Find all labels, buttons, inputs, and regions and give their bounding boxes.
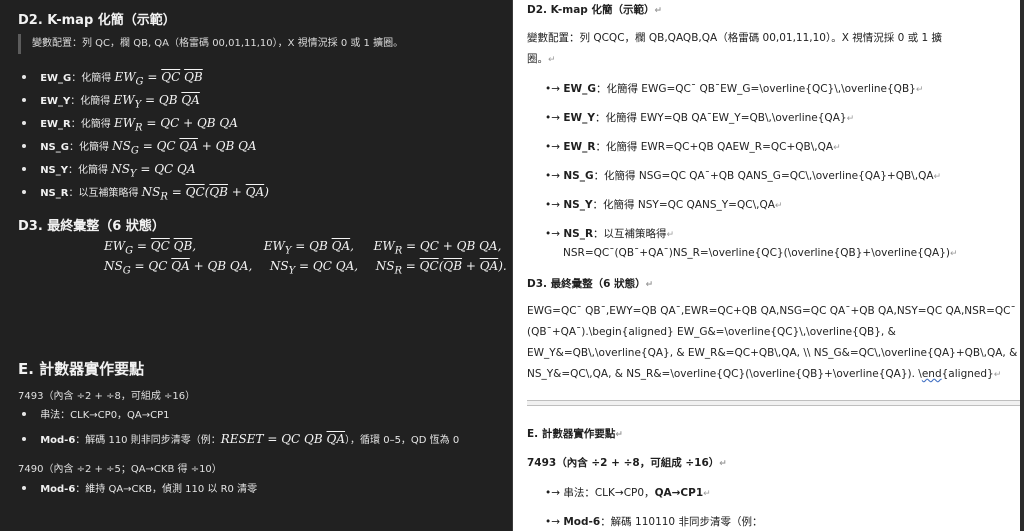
doc-quote-line-1[interactable]: 變數配置：列 QCQC，欄 QB,QAQB,QA（格雷碼 00,01,11,10… xyxy=(527,30,942,45)
math-ns-r: NSR = QC(QB + QA) xyxy=(141,185,269,203)
math-block-row-2: NSG = QC QA + QB QA, NSY = QC QA, NSR = … xyxy=(104,259,507,277)
doc-d3-paragraph[interactable]: EWG=QC¯ QB¯,EWY=QB QA¯,EWR=QC+QB QA,NSG=… xyxy=(527,301,1021,386)
list-item-ew-y: EW_Y：化簡得 EWY = QB QA xyxy=(18,90,200,110)
doc-quote-line-2[interactable]: 圈。↵ xyxy=(527,51,556,66)
word-document-pane[interactable]: D2. K-map 化簡（示範）↵ 變數配置：列 QCQC，欄 QB,QAQB,… xyxy=(512,0,1024,531)
list-item-ns-g: NS_G：化簡得 NSG = QC QA + QB QA xyxy=(18,136,257,157)
list-item-ns-y: NS_Y：化簡得 NSY = QC QA xyxy=(18,159,196,180)
list-item-mod6: Mod-6：解碼 110 則非同步清零（例：RESET = QC QB QA），… xyxy=(18,429,459,449)
heading-e: E. 計數器實作要點 xyxy=(18,360,145,378)
doc-bullet-mod6[interactable]: •→ Mod-6：解碼 110110 非同步清零（例： xyxy=(545,514,762,529)
heading-d3: D3. 最終彙整（6 狀態） xyxy=(18,219,165,234)
markdown-preview-pane: D2. K-map 化簡（示範） 變數配置：列 QC，欄 QB, QA（格雷碼 … xyxy=(0,0,512,531)
math-ew-g: EWG = QC QB xyxy=(114,70,203,88)
doc-bullet-serial[interactable]: •→ 串法：CLK→CP0，QA→CP1↵ xyxy=(545,485,711,500)
doc-heading-d3[interactable]: D3. 最終彙整（6 狀態）↵ xyxy=(527,276,653,291)
math-reset: RESET = QC QB QA xyxy=(220,432,346,446)
list-item-serial: 串法：CLK→CP0，QA→CP1 xyxy=(18,406,169,426)
blockquote-variable-config: 變數配置：列 QC，欄 QB, QA（格雷碼 00,01,11,10），X 視情… xyxy=(18,34,488,54)
list-item-ew-r: EW_R：化簡得 EWR = QC + QB QA xyxy=(18,113,238,133)
math-ns-y: NSY = QC QA xyxy=(111,162,196,180)
doc-bullet-ew-y[interactable]: •→ EW_Y：化簡得 EWY=QB QA¯EW_Y=QB\,\overline… xyxy=(545,110,854,125)
doc-bullet-ns-g[interactable]: •→ NS_G：化簡得 NSG=QC QA¯+QB QANS_G=QC\,\ov… xyxy=(545,168,941,183)
doc-text-7493[interactable]: 7493（內含 ÷2 + ÷8，可組成 ÷16）↵ xyxy=(527,455,727,470)
math-ns-g: NSG = QC QA + QB QA xyxy=(112,139,257,157)
text-7490: 7490（內含 ÷2 + ÷5；QA→CKB 得 ÷10） xyxy=(18,464,222,475)
doc-bullet-ns-y[interactable]: •→ NS_Y：化簡得 NSY=QC QANS_Y=QC\,QA↵ xyxy=(545,197,782,212)
heading-d2: D2. K-map 化簡（示範） xyxy=(18,13,176,28)
doc-bullet-ns-r-line-2[interactable]: NSR=QC¯(QB¯+QA¯)NS_R=\overline{QC}(\over… xyxy=(563,247,958,259)
doc-bullet-ew-r[interactable]: •→ EW_R：化簡得 EWR=QC+QB QAEW_R=QC+QB\,QA↵ xyxy=(545,139,841,154)
doc-bullet-ew-g[interactable]: •→ EW_G：化簡得 EWG=QC¯ QB¯EW_G=\overline{QC… xyxy=(545,81,923,96)
math-block-row-1: EWG = QC QB, EWY = QB QA, EWR = QC + QB … xyxy=(104,239,502,257)
math-ew-r: EWR = QC + QB QA xyxy=(113,116,238,134)
window-edge xyxy=(1020,0,1024,531)
text-7493: 7493（內含 ÷2 + ÷8，可組成 ÷16） xyxy=(18,391,196,402)
doc-heading-d2[interactable]: D2. K-map 化簡（示範）↵ xyxy=(527,2,662,17)
list-item-ns-r: NS_R：以互補策略得 NSR = QC(QB + QA) xyxy=(18,182,269,202)
list-item-mod6-7490: Mod-6：維持 QA→CKB，偵測 110 以 R0 清零 xyxy=(18,480,257,500)
doc-bullet-ns-r[interactable]: •→ NS_R：以互補策略得↵ xyxy=(545,226,674,241)
math-ew-y: EWY = QB QA xyxy=(113,93,200,111)
list-item-ew-g: EW_G：化簡得 EWG = QC QB xyxy=(18,67,203,87)
page-break-divider xyxy=(527,400,1023,406)
doc-heading-e[interactable]: E. 計數器實作要點↵ xyxy=(527,426,623,441)
